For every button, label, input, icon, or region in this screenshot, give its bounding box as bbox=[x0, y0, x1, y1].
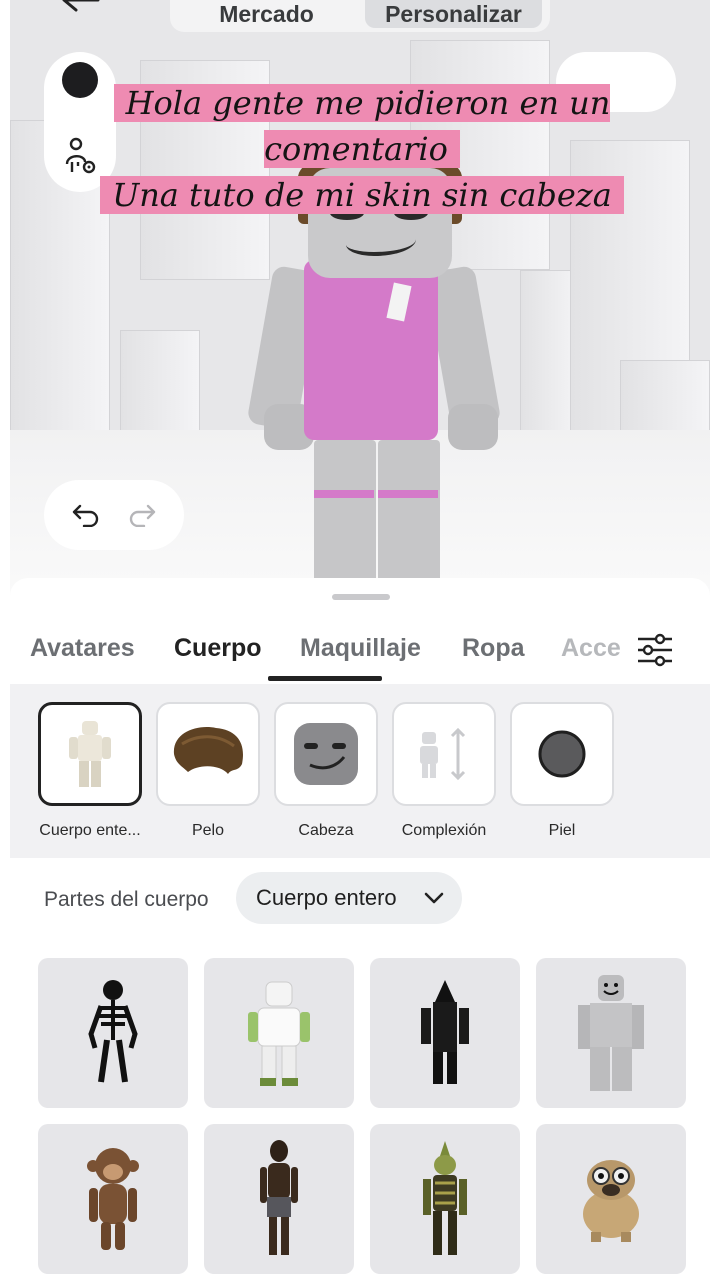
body-scale-icon bbox=[392, 702, 496, 806]
customize-bottom-sheet: Avatares Cuerpo Maquillaje Ropa Acce Cue… bbox=[10, 578, 710, 1280]
body-parts-label: Partes del cuerpo bbox=[44, 888, 209, 911]
undo-redo-control bbox=[44, 480, 184, 550]
item-black-pencil-body[interactable] bbox=[370, 958, 520, 1108]
body-items-grid bbox=[38, 958, 688, 1274]
segment-personalizar[interactable]: Personalizar bbox=[365, 0, 542, 28]
subcategory-pelo[interactable]: Pelo bbox=[156, 702, 260, 840]
item-pug-body[interactable] bbox=[536, 1124, 686, 1274]
subcategory-strip: Cuerpo ente... Pelo Cabeza Complexión Pi… bbox=[10, 684, 710, 858]
skin-color-icon bbox=[510, 702, 614, 806]
body-parts-filter: Partes del cuerpo Cuerpo entero bbox=[10, 858, 710, 948]
segment-mercado[interactable]: Mercado bbox=[178, 0, 355, 28]
back-arrow-icon[interactable] bbox=[60, 0, 100, 22]
avatar-smirk bbox=[346, 228, 416, 256]
caption-line-2: Una tuto de mi skin sin cabeza bbox=[100, 176, 624, 214]
filter-sliders-icon[interactable] bbox=[636, 632, 674, 668]
item-goblin-body[interactable] bbox=[370, 1124, 520, 1274]
tab-accesorios[interactable]: Acce bbox=[561, 634, 621, 663]
body-parts-selected: Cuerpo entero bbox=[256, 885, 397, 910]
subcategory-cuerpo-entero[interactable]: Cuerpo ente... bbox=[38, 702, 142, 840]
subcategory-cabeza[interactable]: Cabeza bbox=[274, 702, 378, 840]
tab-maquillaje[interactable]: Maquillaje bbox=[300, 634, 421, 663]
tab-avatares[interactable]: Avatares bbox=[30, 634, 135, 663]
leg-stripe bbox=[378, 490, 438, 498]
avatar-right-leg bbox=[378, 440, 440, 600]
head-thumbnail bbox=[274, 702, 378, 806]
item-human-shorts-body[interactable] bbox=[204, 1124, 354, 1274]
item-skeleton-body[interactable] bbox=[38, 958, 188, 1108]
hair-thumbnail bbox=[156, 702, 260, 806]
leg-stripe bbox=[314, 490, 374, 498]
subcategory-label: Pelo bbox=[191, 822, 225, 839]
tab-cuerpo[interactable]: Cuerpo bbox=[174, 634, 262, 663]
redo-icon[interactable] bbox=[127, 500, 157, 530]
subcategory-piel[interactable]: Piel bbox=[510, 702, 614, 840]
subcategory-label: Cabeza bbox=[298, 822, 354, 839]
undo-icon[interactable] bbox=[71, 500, 101, 530]
tab-underline bbox=[268, 676, 382, 681]
subcategory-label: Complexión bbox=[401, 822, 487, 839]
item-white-robot-body[interactable] bbox=[204, 958, 354, 1108]
subcategory-label: Cuerpo ente... bbox=[39, 822, 141, 839]
mode-segmented-control: Mercado Personalizar bbox=[170, 0, 550, 32]
tab-ropa[interactable]: Ropa bbox=[462, 634, 525, 663]
subcategory-complexion[interactable]: Complexión bbox=[392, 702, 496, 840]
sheet-drag-handle[interactable] bbox=[332, 594, 390, 600]
item-gray-block-body[interactable] bbox=[536, 958, 686, 1108]
avatar-right-hand bbox=[448, 404, 498, 450]
app-screen: Mercado Personalizar Hola gente me pidie… bbox=[0, 0, 720, 1280]
video-caption: Hola gente me pidieron en un comentario … bbox=[28, 80, 696, 218]
caption-line-1: Hola gente me pidieron en un comentario bbox=[113, 84, 611, 168]
avatar-left-leg bbox=[314, 440, 376, 600]
body-parts-dropdown[interactable]: Cuerpo entero bbox=[236, 872, 462, 924]
full-body-thumbnail bbox=[38, 702, 142, 806]
avatar-torso bbox=[304, 260, 438, 440]
subcategory-label: Piel bbox=[548, 822, 576, 839]
item-monkey-body[interactable] bbox=[38, 1124, 188, 1274]
chevron-down-icon bbox=[424, 892, 444, 904]
